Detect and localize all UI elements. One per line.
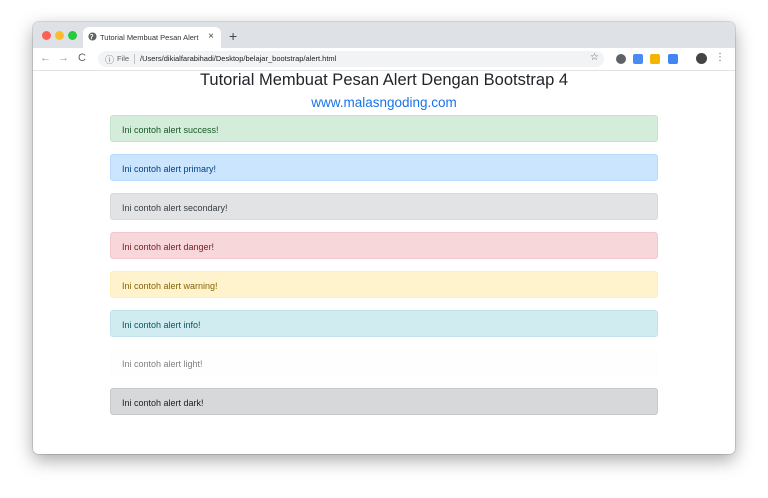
- info-icon[interactable]: ⓘ: [105, 53, 114, 66]
- tab-close-icon[interactable]: ×: [208, 31, 214, 42]
- minimize-window-button[interactable]: [55, 31, 64, 40]
- alert-text: Ini contoh alert info!: [122, 320, 201, 330]
- alert-text: Ini contoh alert warning!: [122, 281, 218, 291]
- browser-window: Tutorial Membuat Pesan Alert D × + ← → C…: [33, 22, 735, 454]
- alert-box: Ini contoh alert light!: [110, 349, 658, 376]
- alert-box: Ini contoh alert info!: [110, 310, 658, 337]
- tab-bar: Tutorial Membuat Pesan Alert D × +: [33, 22, 735, 48]
- alert-box: Ini contoh alert warning!: [110, 271, 658, 298]
- extension-icon[interactable]: [633, 54, 643, 64]
- profile-avatar[interactable]: [696, 53, 707, 64]
- close-window-button[interactable]: [42, 31, 51, 40]
- address-divider: [134, 54, 135, 64]
- alert-text: Ini contoh alert success!: [122, 125, 219, 135]
- alert-box: Ini contoh alert dark!: [110, 388, 658, 415]
- extension-icon[interactable]: [668, 54, 678, 64]
- extension-icon[interactable]: [650, 54, 660, 64]
- alert-box: Ini contoh alert success!: [110, 115, 658, 142]
- browser-toolbar: ← → C ⓘ File /Users/dikialfarabihadi/Des…: [33, 48, 735, 71]
- alert-box: Ini contoh alert danger!: [110, 232, 658, 259]
- alert-box: Ini contoh alert secondary!: [110, 193, 658, 220]
- new-tab-button[interactable]: +: [229, 28, 237, 44]
- globe-icon: [88, 32, 97, 41]
- back-button[interactable]: ←: [40, 52, 51, 64]
- address-bar[interactable]: ⓘ File /Users/dikialfarabihadi/Desktop/b…: [98, 51, 604, 67]
- menu-icon[interactable]: ⋮: [715, 52, 725, 63]
- file-label: File: [117, 54, 130, 63]
- alert-box: Ini contoh alert primary!: [110, 154, 658, 181]
- bookmark-star-icon[interactable]: ☆: [590, 52, 599, 63]
- forward-button[interactable]: →: [58, 52, 69, 64]
- site-link[interactable]: www.malasngoding.com: [33, 95, 735, 110]
- browser-tab[interactable]: Tutorial Membuat Pesan Alert D ×: [83, 27, 221, 48]
- alert-text: Ini contoh alert primary!: [122, 164, 217, 174]
- reload-button[interactable]: C: [78, 52, 86, 64]
- alert-text: Ini contoh alert danger!: [122, 242, 215, 252]
- tab-title: Tutorial Membuat Pesan Alert D: [100, 33, 200, 42]
- page-content: Tutorial Membuat Pesan Alert Dengan Boot…: [33, 71, 735, 454]
- url-text[interactable]: /Users/dikialfarabihadi/Desktop/belajar_…: [140, 54, 336, 63]
- alert-text: Ini contoh alert dark!: [122, 398, 204, 408]
- extension-icon[interactable]: [616, 54, 626, 64]
- alert-text: Ini contoh alert light!: [122, 359, 203, 369]
- alert-text: Ini contoh alert secondary!: [122, 203, 228, 213]
- maximize-window-button[interactable]: [68, 31, 77, 40]
- page-title: Tutorial Membuat Pesan Alert Dengan Boot…: [199, 71, 569, 89]
